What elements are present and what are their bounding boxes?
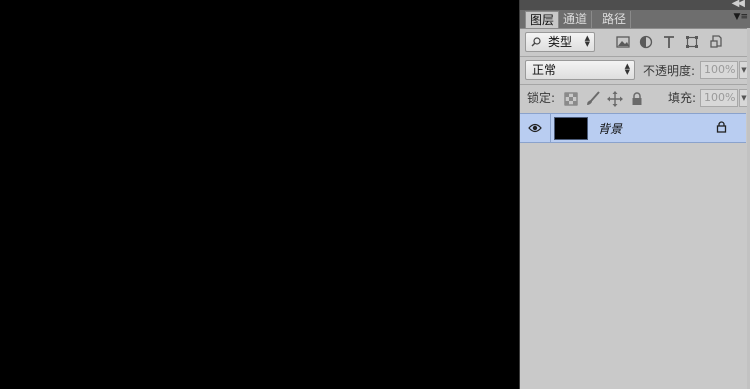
tab-channels[interactable]: 通道 xyxy=(559,11,593,28)
opacity-input[interactable]: 100% xyxy=(700,61,738,79)
smart-object-filter-icon[interactable] xyxy=(708,34,724,50)
document-canvas[interactable] xyxy=(0,0,519,389)
tab-layers[interactable]: 图层 xyxy=(525,11,560,28)
eye-icon xyxy=(528,123,542,133)
lock-transparent-pixels-icon[interactable] xyxy=(563,91,579,107)
select-arrows-icon: ▲ ▼ xyxy=(584,34,590,48)
lock-all-icon[interactable] xyxy=(629,91,645,107)
panel-menu-icon[interactable]: ▼≡ xyxy=(734,12,748,22)
panel-tab-bar: 图层 通道 路径 ▼≡ xyxy=(520,10,750,29)
layer-visibility-toggle[interactable] xyxy=(520,114,551,142)
layer-name[interactable]: 背景 xyxy=(598,120,622,137)
filter-type-select[interactable]: 类型 ▲ ▼ xyxy=(525,32,595,52)
fill-label: 填充: xyxy=(668,91,697,105)
layer-lock-icon[interactable] xyxy=(716,121,727,133)
tab-paths[interactable]: 路径 xyxy=(598,11,632,28)
lock-row: 锁定: 填充: 100% ▼ xyxy=(520,85,750,111)
opacity-label: 不透明度: xyxy=(643,64,696,78)
layers-panel: ◀◀ 图层 通道 路径 ▼≡ 类型 ▲ ▼ 正常 ▲ ▼ 不透明度: 100% … xyxy=(519,0,750,389)
select-arrows-icon: ▲ ▼ xyxy=(624,62,630,76)
blend-row: 正常 ▲ ▼ 不透明度: 100% ▼ xyxy=(520,57,750,83)
lock-label: 锁定: xyxy=(527,91,556,105)
shape-filter-icon[interactable] xyxy=(684,34,700,50)
layer-thumbnail xyxy=(554,117,588,140)
blend-mode-value: 正常 xyxy=(532,63,557,77)
text-filter-icon[interactable] xyxy=(661,34,677,50)
collapse-icon[interactable]: ◀◀ xyxy=(732,0,745,9)
lock-position-icon[interactable] xyxy=(607,91,623,107)
search-icon xyxy=(531,37,541,47)
filter-type-value: 类型 xyxy=(548,35,573,49)
image-filter-icon[interactable] xyxy=(615,34,631,50)
layer-row[interactable]: 背景 xyxy=(520,113,746,143)
fill-input[interactable]: 100% xyxy=(700,89,738,107)
adjustment-filter-icon[interactable] xyxy=(638,34,654,50)
lock-image-pixels-icon[interactable] xyxy=(585,91,601,107)
filter-row: 类型 ▲ ▼ xyxy=(520,28,750,58)
blend-mode-select[interactable]: 正常 ▲ ▼ xyxy=(525,60,635,80)
